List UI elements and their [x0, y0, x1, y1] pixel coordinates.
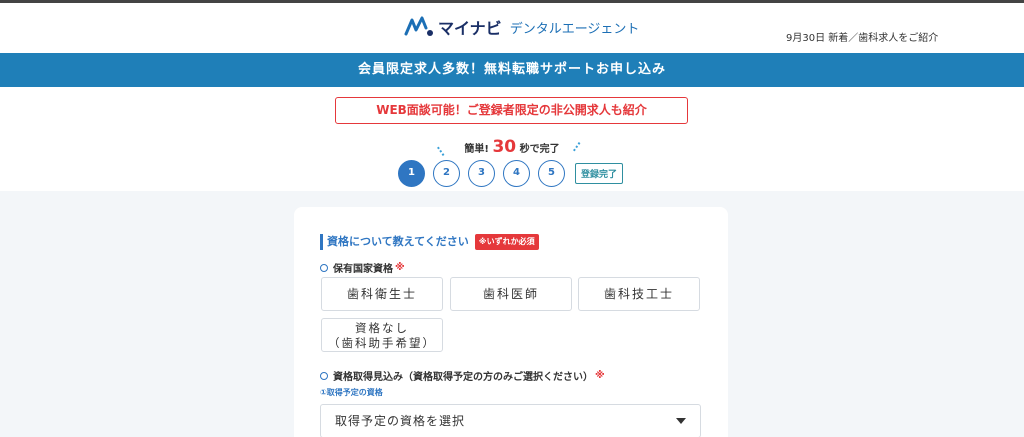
form-intro: WEB面談可能！ご登録者限定の非公開求人も紹介 簡単! 30 秒で完了 1 2 …: [0, 87, 1024, 191]
mynavi-logo-icon: [404, 16, 433, 36]
expected-license-sublabel: ①取得予定の資格: [320, 388, 383, 397]
signup-banner: 会員限定求人多数！無料転職サポートお申し込み: [0, 53, 1024, 87]
step-2: 2: [433, 160, 460, 187]
dropdown-caret-icon: [676, 418, 686, 424]
site-logo[interactable]: マイナビ デンタルエージェント: [404, 15, 639, 39]
required-mark: ※: [395, 262, 405, 273]
option-no-license[interactable]: 資格なし （歯科助手希望）: [321, 318, 443, 352]
easy-suffix: 秒で完了: [519, 144, 560, 155]
step-complete: 登録完了: [575, 163, 624, 184]
easy-completion-text: 簡単! 30 秒で完了: [0, 137, 1024, 157]
qualification-form-card: 資格について教えてください ※いずれか必須 保有国家資格 ※ 歯科衛生士 歯科医…: [294, 207, 728, 437]
site-header: マイナビ デンタルエージェント 9月30日 新着／歯科求人をご紹介: [0, 3, 1024, 53]
license-label: 保有国家資格: [333, 264, 393, 275]
sparkle-left-icon: [436, 142, 451, 156]
easy-prefix: 簡単!: [464, 144, 489, 155]
license-question: 保有国家資格 ※: [320, 260, 405, 275]
expected-license-select[interactable]: 取得予定の資格を選択: [320, 404, 701, 437]
expected-license-question: 資格取得見込み（資格取得予定の方のみご選択ください） ※: [320, 368, 605, 383]
option-no-license-line1: 資格なし: [355, 321, 409, 335]
logo-sub-text: デンタルエージェント: [509, 21, 640, 37]
option-no-license-line2: （歯科助手希望）: [328, 336, 436, 350]
step-4: 4: [503, 160, 530, 187]
option-dental-technician[interactable]: 歯科技工士: [578, 277, 700, 311]
select-placeholder: 取得予定の資格を選択: [335, 414, 466, 428]
step-indicator: 1 2 3 4 5 登録完了: [398, 160, 624, 187]
sparkle-right-icon: [573, 142, 588, 156]
option-dental-hygienist[interactable]: 歯科衛生士: [321, 277, 443, 311]
logo-main-text: マイナビ: [438, 19, 502, 38]
expected-license-label: 資格取得見込み（資格取得予定の方のみご選択ください）: [333, 372, 593, 383]
section-title-text: 資格について教えてください: [327, 235, 469, 248]
header-news-link[interactable]: 9月30日 新着／歯科求人をご紹介: [786, 29, 938, 44]
required-mark: ※: [595, 370, 605, 381]
section-title: 資格について教えてください ※いずれか必須: [320, 234, 539, 250]
option-dentist[interactable]: 歯科医師: [450, 277, 572, 311]
step-1: 1: [398, 160, 425, 187]
circle-bullet-icon: [320, 371, 328, 380]
easy-seconds: 30: [492, 137, 517, 157]
step-5: 5: [538, 160, 565, 187]
circle-bullet-icon: [320, 263, 328, 272]
step-3: 3: [468, 160, 495, 187]
web-interview-notice: WEB面談可能！ご登録者限定の非公開求人も紹介: [335, 97, 688, 124]
required-badge: ※いずれか必須: [474, 234, 539, 250]
